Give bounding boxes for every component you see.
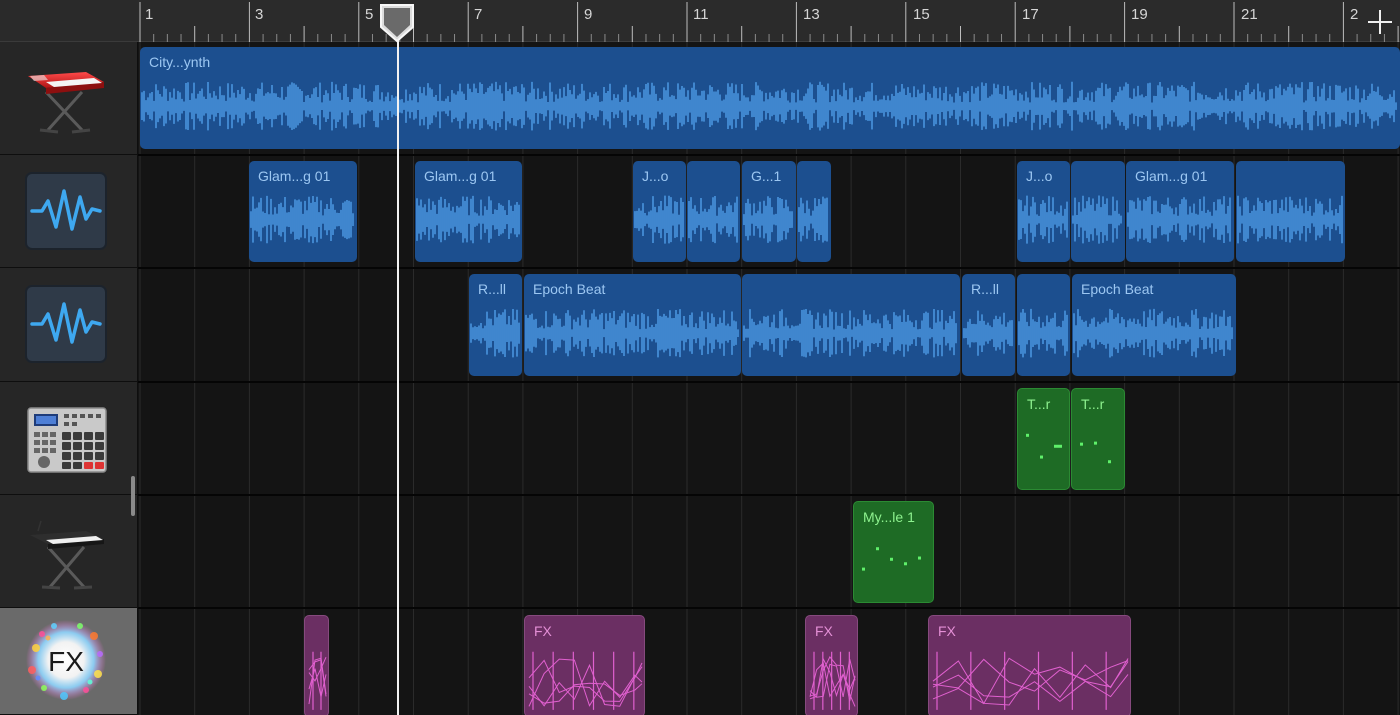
track-header-audio-2[interactable]	[0, 268, 138, 382]
track-header-fx[interactable]: FX	[0, 608, 138, 715]
fx-region-4[interactable]: FX	[928, 615, 1131, 715]
region-label: T...r	[1081, 396, 1105, 412]
fx-region-3[interactable]: FX	[805, 615, 858, 715]
audio-region-rll-2-loop[interactable]	[1017, 274, 1070, 376]
playhead-line	[397, 38, 399, 715]
fx-automation	[308, 651, 327, 710]
bar-number-23: 2	[1350, 6, 1359, 23]
track-lanes[interactable]: City...ynth Glam...g 01 Glam...g 01 J...…	[138, 42, 1400, 715]
playhead-handle[interactable]	[378, 3, 416, 43]
waveform-icon	[25, 172, 107, 250]
audio-waveform	[141, 81, 1397, 131]
audio-region-jo-1-loop[interactable]	[687, 161, 740, 262]
audio-region-g1-loop[interactable]	[797, 161, 831, 262]
audio-region-g1[interactable]: G...1	[742, 161, 796, 262]
audio-waveform	[688, 196, 738, 244]
region-label: Glam...g 01	[424, 168, 497, 184]
track-header-keyboard[interactable]	[0, 495, 138, 608]
region-label: Glam...g 01	[258, 168, 331, 184]
region-label: FX	[815, 623, 833, 639]
region-label: FX	[534, 623, 552, 639]
fx-region-2[interactable]: FX	[524, 615, 645, 715]
audio-region-jo-2-loop[interactable]	[1071, 161, 1125, 262]
track-header-audio-1[interactable]	[0, 155, 138, 268]
region-label: J...o	[642, 168, 669, 184]
audio-waveform	[1072, 195, 1122, 244]
header-corner	[0, 0, 138, 42]
track-headers-scrollbar[interactable]	[131, 476, 135, 516]
audio-region-glam-3[interactable]: Glam...g 01	[1126, 161, 1234, 262]
drum-machine-icon	[27, 407, 107, 473]
ruler-ticks	[139, 2, 1399, 42]
audio-region-glam-2[interactable]: Glam...g 01	[415, 161, 522, 262]
waveform-icon	[25, 285, 107, 363]
audio-waveform	[1018, 308, 1068, 358]
midi-region-tr-2[interactable]: T...r	[1071, 388, 1125, 490]
daw-tracks-view: 1 3 5 7 9 11 13 15 17 19 21 2 City...ynt…	[0, 0, 1400, 715]
bar-number-19: 19	[1131, 6, 1148, 23]
region-label: Epoch Beat	[1081, 281, 1154, 297]
keyboard-synth-icon	[28, 72, 104, 134]
audio-region-glam-3-loop[interactable]	[1236, 161, 1345, 262]
audio-region-jo-2[interactable]: J...o	[1017, 161, 1070, 262]
fx-automation	[932, 651, 1129, 710]
audio-region-rll-1[interactable]: R...ll	[469, 274, 522, 376]
track-headers: FX	[0, 0, 138, 715]
fx-icon-label: FX	[48, 646, 84, 677]
keyboard-stand-icon	[30, 520, 104, 590]
track-header-drum-machine[interactable]	[0, 382, 138, 495]
audio-waveform	[743, 308, 957, 358]
midi-region-my-le-1[interactable]: My...le 1	[853, 501, 934, 603]
audio-region-epoch-beat-1[interactable]: Epoch Beat	[524, 274, 741, 376]
audio-region-city-synth[interactable]: City...ynth	[140, 47, 1400, 149]
timeline-ruler[interactable]: 1 3 5 7 9 11 13 15 17 19 21 2	[138, 0, 1400, 42]
region-label: Glam...g 01	[1135, 168, 1208, 184]
bar-number-5: 5	[365, 6, 374, 23]
midi-region-tr-1[interactable]: T...r	[1017, 388, 1070, 490]
audio-region-glam-1[interactable]: Glam...g 01	[249, 161, 357, 262]
region-label: G...1	[751, 168, 782, 184]
audio-region-epoch-beat-1-loop[interactable]	[742, 274, 960, 376]
bar-number-11: 11	[693, 6, 709, 23]
bar-number-1: 1	[145, 6, 154, 23]
region-label: FX	[938, 623, 956, 639]
region-label: T...r	[1027, 396, 1051, 412]
add-track-button[interactable]	[1362, 4, 1398, 40]
audio-waveform	[1237, 195, 1343, 244]
audio-waveform	[798, 196, 828, 243]
audio-region-jo-1[interactable]: J...o	[633, 161, 686, 262]
fx-icon: FX	[26, 620, 106, 700]
bar-number-3: 3	[255, 6, 264, 23]
region-label: R...ll	[971, 281, 999, 297]
region-label: J...o	[1026, 168, 1053, 184]
bar-number-17: 17	[1022, 6, 1039, 23]
audio-region-epoch-beat-2[interactable]: Epoch Beat	[1072, 274, 1236, 376]
bar-number-13: 13	[803, 6, 820, 23]
bar-number-15: 15	[913, 6, 930, 23]
fx-region-1[interactable]	[304, 615, 329, 715]
region-label: My...le 1	[863, 509, 915, 525]
bar-number-21: 21	[1241, 6, 1258, 23]
region-label: R...ll	[478, 281, 506, 297]
audio-region-rll-2[interactable]: R...ll	[962, 274, 1015, 376]
bar-number-7: 7	[474, 6, 483, 23]
track-header-synth[interactable]	[0, 42, 138, 155]
plus-icon-bar	[1368, 21, 1392, 23]
bar-number-9: 9	[584, 6, 593, 23]
region-label: City...ynth	[149, 54, 211, 70]
region-label: Epoch Beat	[533, 281, 606, 297]
